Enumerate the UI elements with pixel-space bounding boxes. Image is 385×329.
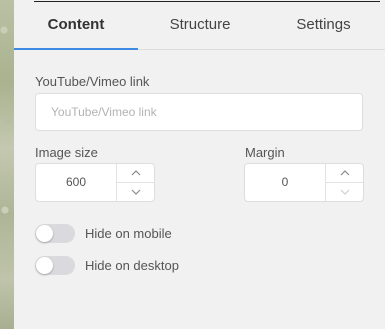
toggle-knob	[36, 224, 53, 242]
hide-on-mobile-row: Hide on mobile	[35, 223, 172, 243]
tab-bar: Content Structure Settings	[14, 2, 385, 50]
image-size-decrement-button[interactable]	[117, 183, 154, 201]
image-size-label: Image size	[35, 145, 98, 160]
hide-on-mobile-toggle[interactable]	[35, 223, 75, 243]
video-link-input[interactable]	[35, 93, 363, 131]
tab-content[interactable]: Content	[14, 2, 138, 49]
tab-structure[interactable]: Structure	[138, 2, 262, 49]
tab-settings[interactable]: Settings	[262, 2, 385, 49]
margin-stepper: 0	[244, 163, 364, 202]
toggle-knob	[36, 256, 53, 274]
image-size-value[interactable]: 600	[36, 164, 117, 201]
hide-on-desktop-row: Hide on desktop	[35, 255, 179, 275]
image-size-stepper: 600	[35, 163, 155, 202]
image-size-increment-button[interactable]	[117, 164, 154, 183]
video-link-label: YouTube/Vimeo link	[35, 74, 150, 89]
margin-value[interactable]: 0	[245, 164, 326, 201]
chevron-up-icon	[340, 170, 349, 176]
chevron-down-icon	[131, 189, 140, 195]
active-tab-indicator	[14, 48, 138, 50]
chevron-down-icon	[340, 189, 349, 195]
background-image-strip	[0, 0, 14, 329]
hide-on-mobile-label: Hide on mobile	[85, 225, 172, 241]
chevron-up-icon	[131, 170, 140, 176]
hide-on-desktop-label: Hide on desktop	[85, 257, 179, 273]
hide-on-desktop-toggle[interactable]	[35, 255, 75, 275]
margin-increment-button[interactable]	[326, 164, 363, 183]
margin-decrement-button[interactable]	[326, 183, 363, 201]
settings-panel: Content Structure Settings YouTube/Vimeo…	[14, 0, 385, 329]
margin-label: Margin	[245, 145, 285, 160]
